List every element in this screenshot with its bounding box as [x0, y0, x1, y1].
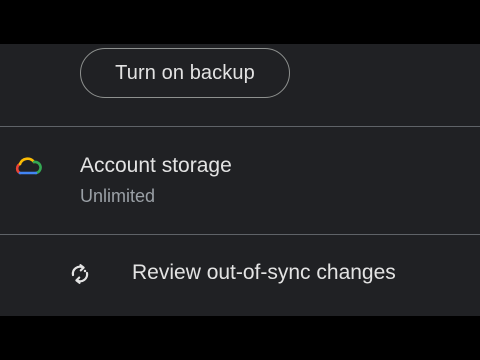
account-storage-title: Account storage: [80, 154, 232, 177]
settings-panel: Turn on backup Account storage Unlimited…: [0, 44, 480, 316]
review-out-of-sync-label: Review out-of-sync changes: [132, 261, 396, 284]
account-storage-row[interactable]: Account storage Unlimited: [0, 128, 480, 234]
divider: [0, 126, 480, 127]
turn-on-backup-label: Turn on backup: [115, 61, 255, 84]
divider: [0, 234, 480, 235]
account-storage-subtitle: Unlimited: [80, 186, 156, 206]
cloud-icon: [15, 157, 42, 175]
turn-on-backup-button[interactable]: Turn on backup: [80, 48, 290, 98]
review-out-of-sync-row[interactable]: Review out-of-sync changes: [0, 236, 480, 316]
sync-icon: [71, 264, 89, 284]
